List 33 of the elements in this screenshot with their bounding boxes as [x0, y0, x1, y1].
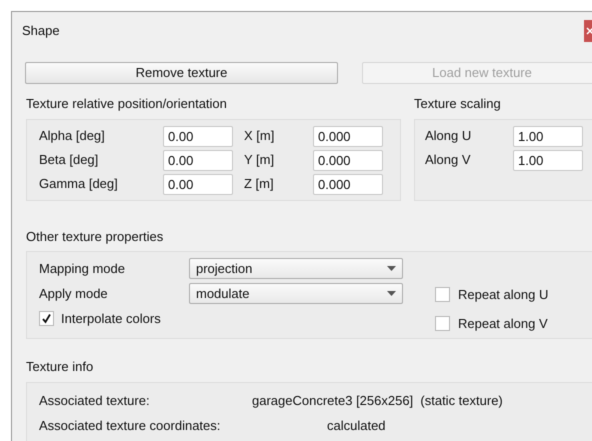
checkbox-label: Repeat along V	[458, 314, 548, 333]
input-field[interactable]: 0.00	[163, 174, 233, 194]
input-field[interactable]: 1.00	[513, 126, 583, 146]
group-title: Other texture properties	[26, 228, 164, 246]
input-field[interactable]: 0.00	[163, 126, 233, 146]
field-label: Alpha [deg]	[39, 127, 106, 146]
checkbox-label: Repeat along U	[458, 286, 548, 304]
input-field[interactable]: 0.00	[163, 150, 233, 170]
info-value: garageConcrete3 [256x256] (static texture)	[252, 392, 503, 410]
field-label: Gamma [deg]	[39, 175, 119, 194]
info-value: calculated	[327, 417, 386, 435]
field-label: Mapping mode	[39, 260, 126, 278]
info-label: Associated texture:	[39, 392, 151, 410]
field-label: Along U	[425, 127, 472, 146]
field-label: Beta [deg]	[39, 151, 100, 170]
input-field[interactable]: 0.000	[313, 126, 383, 146]
dropdown[interactable]: modulate	[189, 283, 403, 304]
field-label: Y [m]	[243, 151, 276, 170]
input-field[interactable]: 1.00	[513, 150, 583, 170]
dropdown[interactable]: projection	[189, 258, 403, 279]
field-label: X [m]	[243, 127, 276, 146]
input-field[interactable]: 0.000	[313, 174, 383, 194]
info-label: Associated texture coordinates:	[39, 417, 222, 435]
field-label: Apply mode	[39, 284, 109, 303]
window-title: Shape	[22, 22, 60, 40]
field-label: Along V	[425, 151, 472, 170]
input-field[interactable]: 0.000	[313, 150, 383, 170]
group-title: Texture relative position/orientation	[26, 95, 228, 113]
field-label: Z [m]	[243, 175, 275, 194]
group-title: Texture scaling	[414, 95, 502, 113]
group-title: Texture info	[26, 358, 94, 376]
button[interactable]: Remove texture	[25, 62, 338, 84]
checkbox-label: Interpolate colors	[61, 310, 161, 328]
